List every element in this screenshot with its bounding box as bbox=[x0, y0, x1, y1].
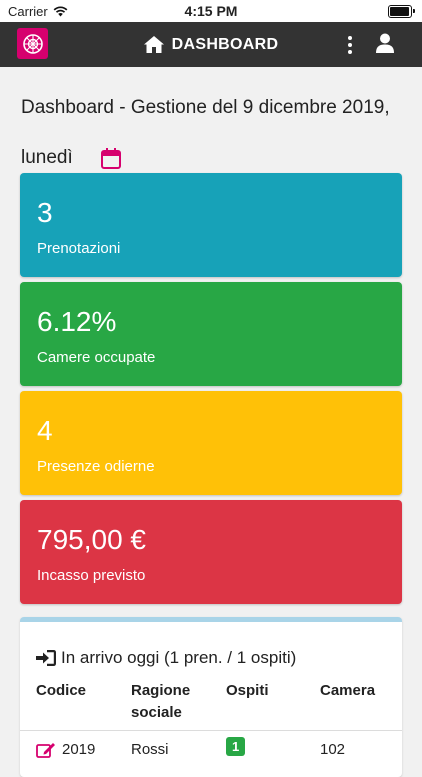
card-value: 4 bbox=[37, 415, 53, 446]
card-label: Incasso previsto bbox=[37, 567, 146, 584]
calendar-icon[interactable] bbox=[100, 147, 122, 170]
user-icon[interactable] bbox=[375, 33, 395, 58]
column-header-codice[interactable]: Codice bbox=[36, 680, 86, 702]
column-header-camera[interactable]: Camera bbox=[320, 680, 375, 702]
app-title[interactable]: DASHBOARD bbox=[0, 22, 422, 67]
table-divider bbox=[20, 730, 402, 731]
app-bar: DASHBOARD bbox=[0, 22, 422, 67]
card-label: Prenotazioni bbox=[37, 240, 121, 257]
card-presenze-odierne[interactable]: 4 Presenze odierne bbox=[20, 391, 402, 495]
status-bar: Carrier 4:15 PM bbox=[0, 0, 422, 22]
column-header-ragione-sociale[interactable]: Ragione sociale bbox=[131, 680, 211, 724]
home-icon bbox=[143, 36, 164, 53]
card-incasso-previsto[interactable]: 795,00 € Incasso previsto bbox=[20, 500, 402, 604]
card-label: Camere occupate bbox=[37, 349, 156, 366]
page-title: Dashboard - Gestione del 9 dicembre 2019… bbox=[21, 86, 406, 180]
card-prenotazioni[interactable]: 3 Prenotazioni bbox=[20, 173, 402, 277]
card-value: 795,00 € bbox=[37, 524, 146, 555]
more-menu-icon[interactable] bbox=[344, 34, 356, 56]
card-value: 3 bbox=[37, 197, 53, 228]
app-title-text: DASHBOARD bbox=[171, 35, 279, 53]
arrivals-panel: In arrivo oggi (1 pren. / 1 ospiti) Codi… bbox=[20, 617, 402, 777]
column-header-ospiti[interactable]: Ospiti bbox=[226, 680, 269, 702]
sign-in-icon bbox=[36, 650, 56, 666]
clock: 4:15 PM bbox=[184, 3, 238, 19]
card-camere-occupate[interactable]: 6.12% Camere occupate bbox=[20, 282, 402, 386]
arrivals-title: In arrivo oggi (1 pren. / 1 ospiti) bbox=[36, 648, 296, 668]
guests-badge: 1 bbox=[226, 737, 246, 756]
battery-icon bbox=[388, 5, 412, 18]
page-title-date: Dashboard - Gestione del 9 dicembre 2019… bbox=[21, 97, 390, 118]
card-value: 6.12% bbox=[37, 306, 117, 337]
card-label: Presenze odierne bbox=[37, 458, 155, 475]
arrivals-title-text: In arrivo oggi (1 pren. / 1 ospiti) bbox=[61, 648, 297, 667]
